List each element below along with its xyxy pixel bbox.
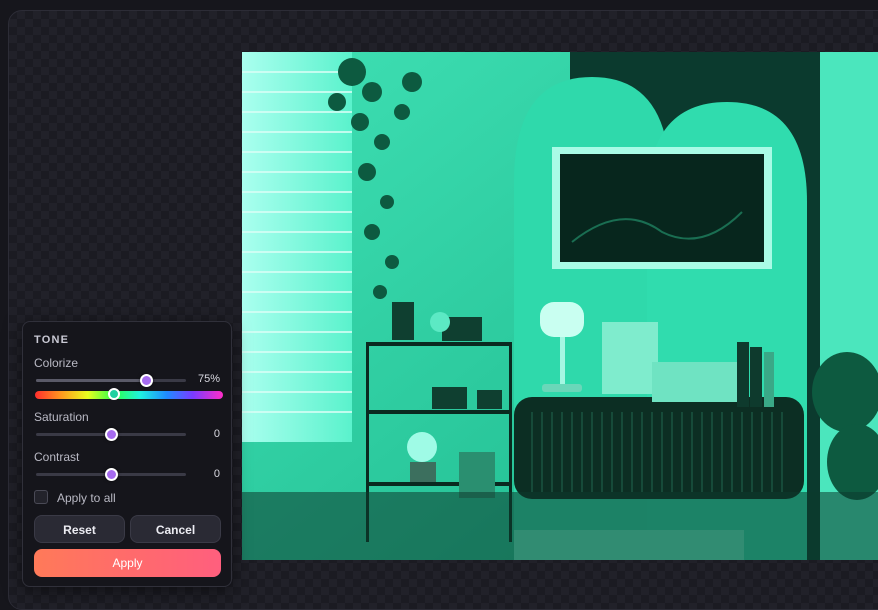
colorize-label: Colorize [34,356,79,370]
tone-panel: TONE Colorize 75% Saturation 0 Contrast … [22,321,232,587]
colorize-slider[interactable] [36,374,186,387]
apply-button[interactable]: Apply [34,549,221,577]
panel-title: TONE [34,334,70,346]
apply-to-all-checkbox[interactable] [34,490,48,504]
hue-slider[interactable] [35,388,223,400]
reset-button[interactable]: Reset [34,515,125,543]
saturation-slider[interactable] [36,428,186,441]
saturation-label: Saturation [34,410,89,424]
colorize-slider-fill [36,379,146,382]
saturation-value: 0 [213,428,220,440]
contrast-slider[interactable] [36,468,186,481]
colorize-slider-thumb[interactable] [139,374,153,387]
photo-preview[interactable] [242,52,878,560]
contrast-value: 0 [213,468,220,480]
colorize-value: 75% [197,373,220,385]
contrast-label: Contrast [34,450,80,464]
contrast-slider-thumb[interactable] [105,468,118,481]
photo-image [242,52,878,560]
apply-to-all-label: Apply to all [57,491,116,505]
saturation-slider-thumb[interactable] [105,428,118,441]
hue-slider-thumb[interactable] [107,388,120,400]
cancel-button[interactable]: Cancel [130,515,221,543]
